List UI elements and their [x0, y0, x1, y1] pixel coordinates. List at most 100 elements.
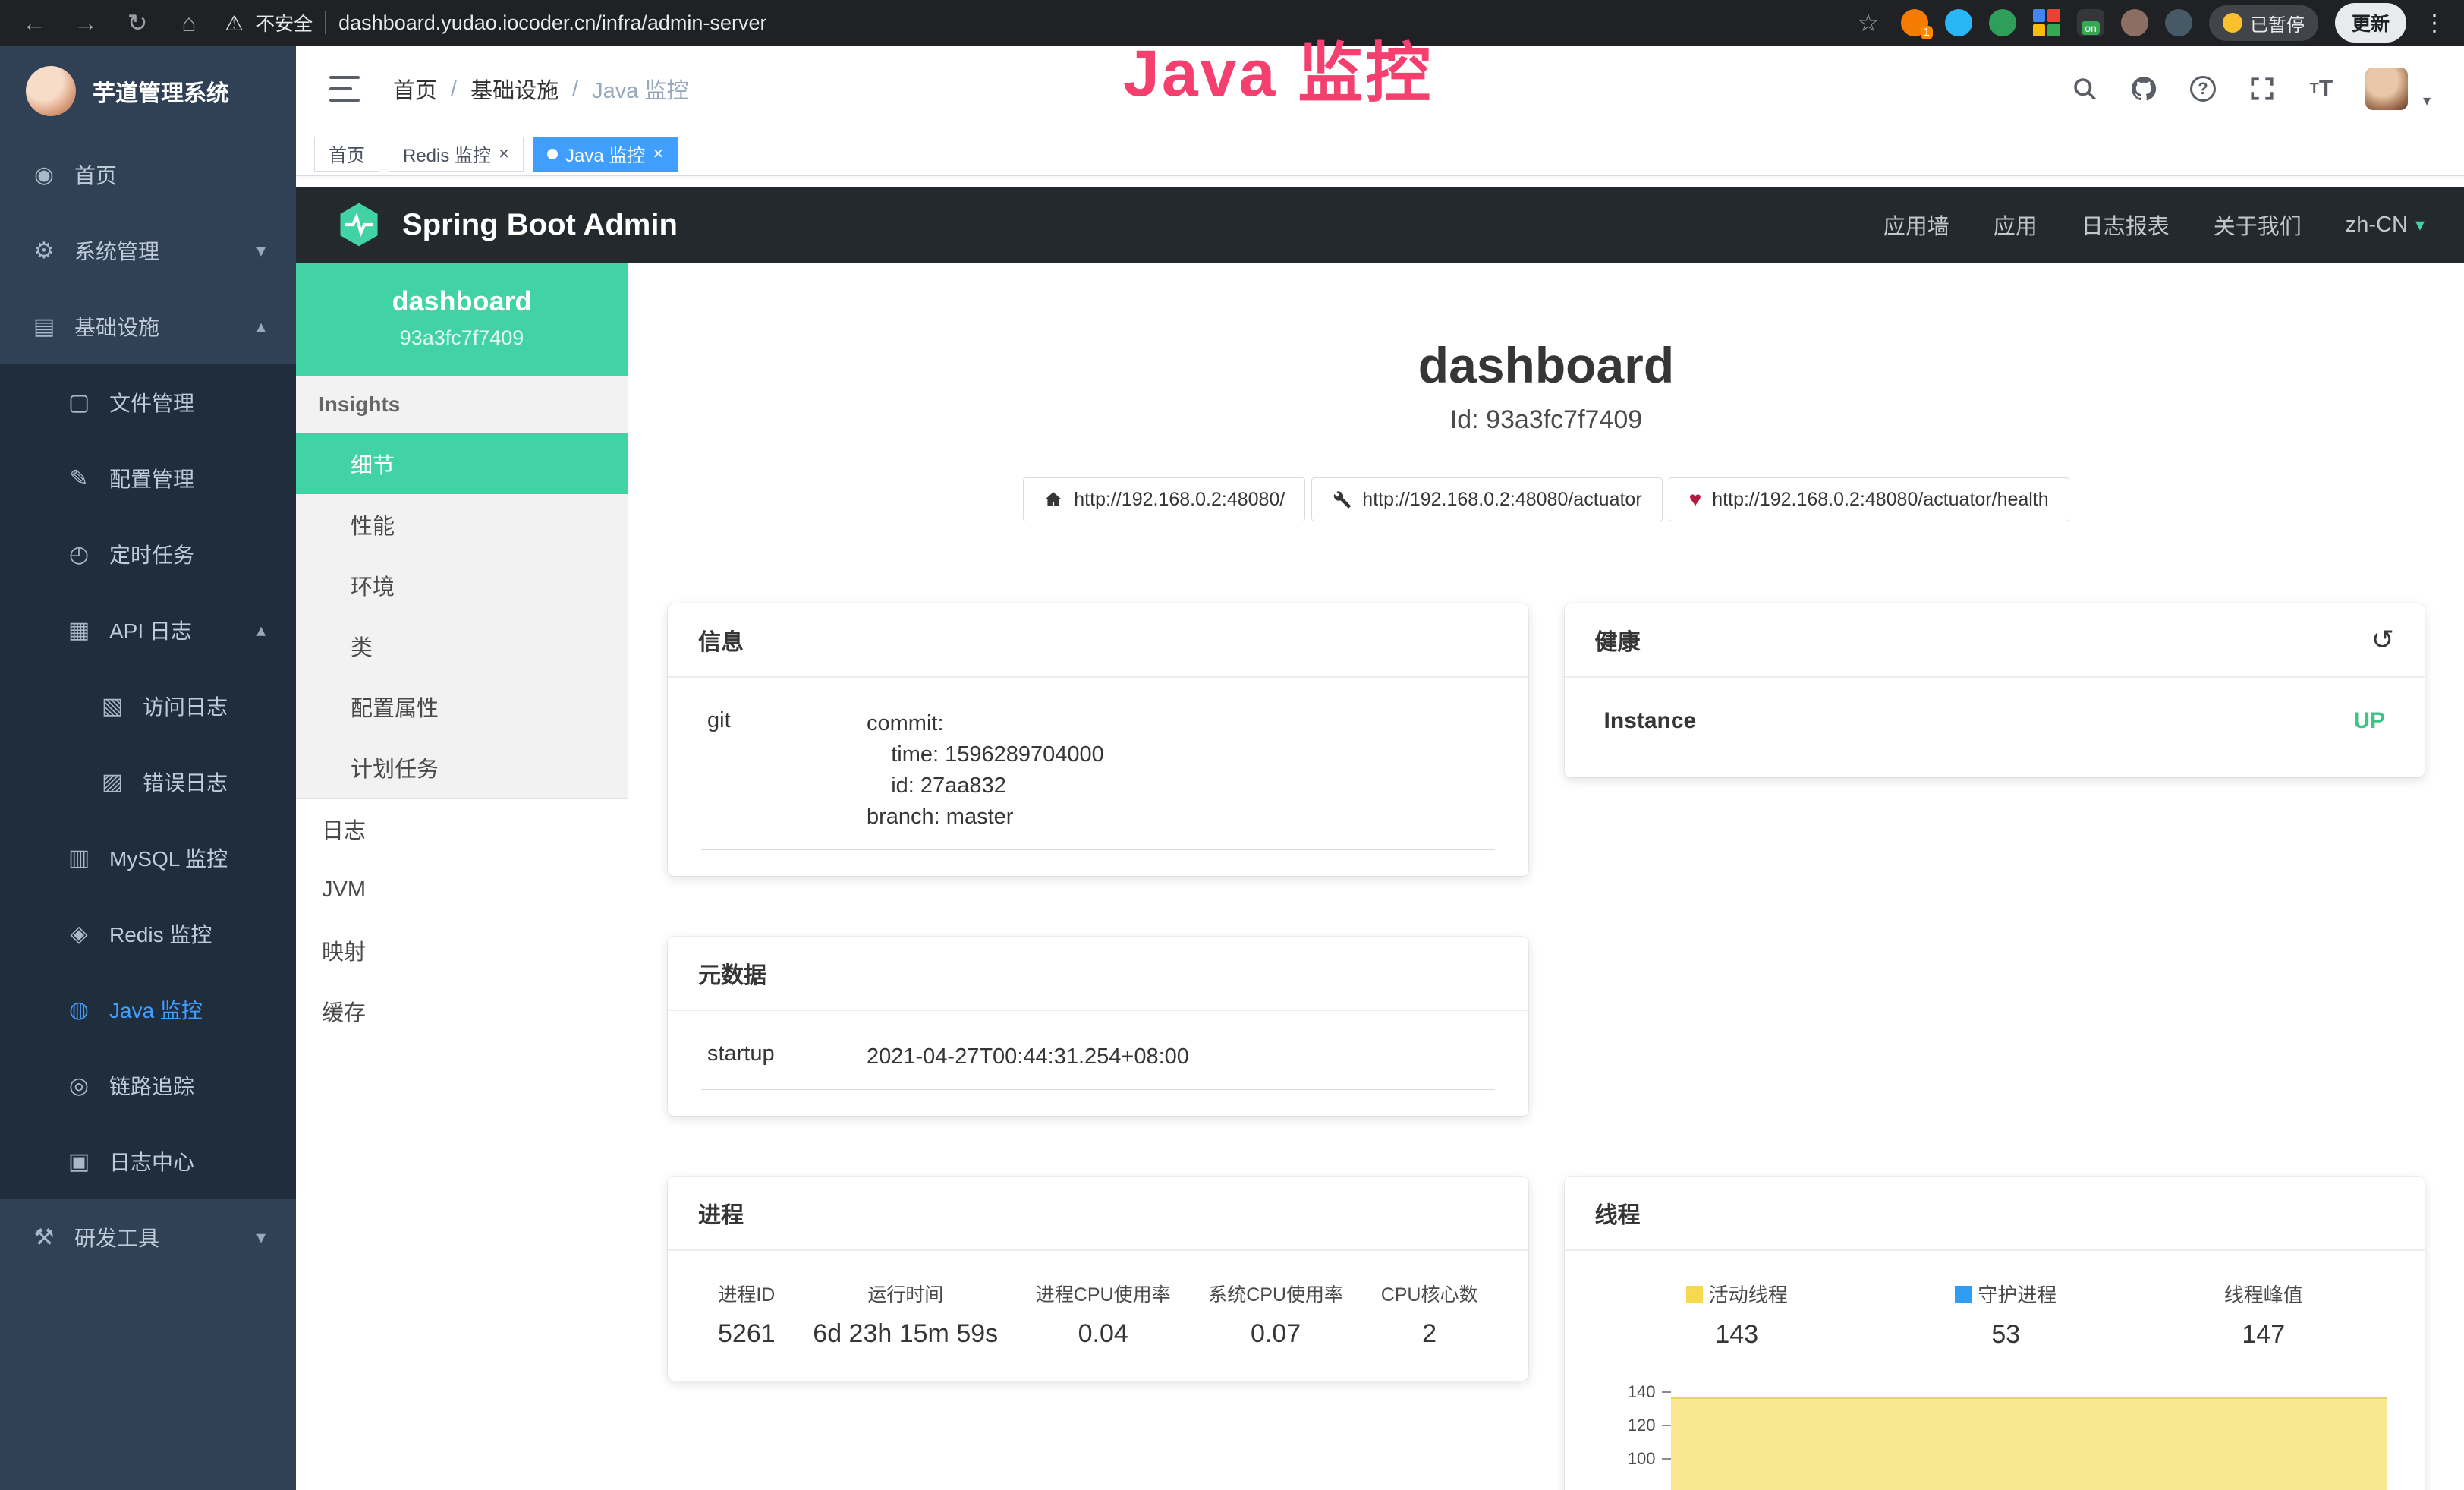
tab-redis-monitor[interactable]: Redis 监控 × — [389, 137, 524, 172]
update-button[interactable]: 更新 — [2335, 3, 2406, 43]
extension-switch-icon[interactable]: on — [2077, 9, 2104, 36]
sidebar-item-access-log[interactable]: ▧ 访问日志 — [0, 668, 296, 744]
refresh-icon[interactable]: ↻ — [121, 8, 153, 37]
sidebar-item-files[interactable]: ▢ 文件管理 — [0, 364, 296, 440]
extension-grid-icon[interactable] — [2033, 9, 2060, 36]
status-badge: UP — [2353, 708, 2385, 734]
tab-java-monitor[interactable]: Java 监控 × — [533, 137, 678, 172]
screen: Java 监控 ← → ↻ ⌂ ⚠ 不安全 dashboard.yudao.io… — [0, 0, 2464, 1490]
sba-item-caches[interactable]: 缓存 — [296, 981, 628, 1041]
metadata-startup-row: startup 2021-04-27T00:44:31.254+08:00 — [701, 1037, 1495, 1090]
sidebar-item-system[interactable]: ⚙ 系统管理 ▾ — [0, 213, 296, 288]
fullscreen-icon[interactable] — [2247, 74, 2277, 104]
wrench-icon — [1332, 490, 1352, 509]
bookmark-star-icon[interactable]: ☆ — [1852, 8, 1884, 37]
app-logo[interactable]: 芋道管理系统 — [0, 46, 296, 137]
sidebar-item-mysql[interactable]: ▥ MySQL 监控 — [0, 820, 296, 896]
forward-icon[interactable]: → — [70, 9, 102, 37]
sba-item-environment[interactable]: 环境 — [296, 555, 628, 616]
page-title: dashboard — [628, 339, 2464, 392]
extension-orange-icon[interactable]: 1 — [1901, 9, 1928, 36]
browser-menu-icon[interactable]: ⋮ — [2423, 10, 2446, 36]
avatar[interactable] — [2365, 68, 2408, 110]
sba-item-jvm[interactable]: JVM — [296, 859, 628, 920]
sidebar-item-java[interactable]: ◍ Java 监控 — [0, 972, 296, 1047]
history-icon[interactable]: ↺ — [2371, 626, 2394, 654]
sba-language-select[interactable]: zh-CN ▾ — [2346, 213, 2425, 238]
chart-area-fill — [1671, 1397, 2387, 1490]
hamburger-icon[interactable] — [329, 76, 360, 102]
app-sidebar: 芋道管理系统 ◉ 首页 ⚙ 系统管理 ▾ ▤ 基础设施 ▴ ▢ 文件管理 — [0, 46, 296, 1490]
sidebar-item-redis[interactable]: ◈ Redis 监控 — [0, 896, 296, 972]
extension-drop-icon[interactable] — [1945, 9, 1972, 36]
sidebar-item-infra[interactable]: ▤ 基础设施 ▴ — [0, 288, 296, 364]
info-key: git — [707, 708, 867, 733]
legend-peak-threads: 线程峰值 147 — [2224, 1280, 2303, 1350]
caret-down-icon: ▾ — [2423, 91, 2431, 110]
metadata-card-title: 元数据 — [698, 956, 766, 990]
url-text[interactable]: dashboard.yudao.iocoder.cn/infra/admin-s… — [338, 11, 766, 35]
log-center-icon: ▣ — [65, 1148, 93, 1175]
sba-nav-journal[interactable]: 日志报表 — [2082, 209, 2170, 241]
sba-item-metrics[interactable]: 性能 — [296, 494, 628, 555]
instance-id: 93a3fc7f7409 — [311, 326, 612, 350]
sba-item-details[interactable]: 细节 — [296, 433, 628, 494]
github-icon[interactable] — [2129, 74, 2159, 104]
sidebar-item-api-log[interactable]: ▦ API 日志 ▴ — [0, 592, 296, 668]
sidebar-item-jobs[interactable]: ◴ 定时任务 — [0, 516, 296, 592]
address-bar[interactable]: ⚠ 不安全 dashboard.yudao.iocoder.cn/infra/a… — [225, 9, 766, 36]
font-size-icon[interactable]: TT — [2306, 74, 2337, 104]
breadcrumb-infra[interactable]: 基础设施 — [470, 73, 559, 105]
sba-item-mappings[interactable]: 映射 — [296, 920, 628, 981]
sba-nav-applications[interactable]: 应用 — [1994, 209, 2038, 241]
sidebar-item-trace[interactable]: ◎ 链路追踪 — [0, 1047, 296, 1123]
stat-process-cpu: 进程CPU使用率 0.04 — [1036, 1280, 1171, 1349]
home-icon[interactable]: ⌂ — [173, 9, 205, 37]
threads-legend: 活动线程 143 守护进程 — [1595, 1277, 2395, 1350]
instance-name: dashboard — [311, 285, 612, 317]
threads-card: 线程 活动线程 143 — [1565, 1177, 2425, 1490]
extension-green-icon[interactable] — [1989, 9, 2016, 36]
service-url-button[interactable]: http://192.168.0.2:48080/ — [1023, 477, 1305, 521]
stat-cpu-cores: CPU核心数 2 — [1381, 1280, 1478, 1349]
sidebar-item-error-log[interactable]: ▨ 错误日志 — [0, 744, 296, 820]
chevron-up-icon: ▴ — [256, 316, 266, 338]
sidebar-item-log-center[interactable]: ▣ 日志中心 — [0, 1123, 296, 1199]
paused-badge[interactable]: 已暂停 — [2209, 5, 2318, 41]
sba-item-classes[interactable]: 类 — [296, 616, 628, 676]
close-icon[interactable]: × — [653, 145, 663, 163]
breadcrumb: 首页 / 基础设施 / Java 监控 — [393, 73, 688, 105]
extension-puzzle-icon[interactable] — [2165, 9, 2192, 36]
tags-view: 首页 Redis 监控 × Java 监控 × — [296, 132, 2464, 176]
sba-nav-about[interactable]: 关于我们 — [2214, 209, 2302, 241]
sidebar-item-dev-tools[interactable]: ⚒ 研发工具 ▾ — [0, 1199, 296, 1275]
extension-misc-icon[interactable] — [2121, 9, 2148, 36]
sidebar-item-home[interactable]: ◉ 首页 — [0, 137, 296, 213]
sba-item-config-props[interactable]: 配置属性 — [296, 676, 628, 737]
infra-submenu: ▢ 文件管理 ✎ 配置管理 ◴ 定时任务 ▦ API 日志 ▴ ▧ — [0, 364, 296, 1199]
edit-icon: ✎ — [65, 465, 93, 492]
search-icon[interactable] — [2069, 74, 2100, 104]
annotation-java-monitor: Java 监控 — [1123, 20, 1433, 115]
home-icon — [1043, 490, 1063, 509]
sba-logo-icon[interactable] — [335, 201, 382, 248]
doc-icon: ▨ — [99, 769, 126, 795]
breadcrumb-home[interactable]: 首页 — [393, 73, 437, 105]
sba-item-scheduled-tasks[interactable]: 计划任务 — [296, 737, 628, 798]
back-icon[interactable]: ← — [18, 9, 50, 37]
help-icon[interactable]: ? — [2188, 74, 2218, 104]
sidebar-item-config[interactable]: ✎ 配置管理 — [0, 440, 296, 516]
security-warning[interactable]: 不安全 — [256, 9, 313, 36]
health-card-title: 健康 — [1595, 623, 1641, 657]
tab-home[interactable]: 首页 — [314, 137, 379, 172]
instance-links: http://192.168.0.2:48080/ http://192.168… — [628, 477, 2464, 521]
sba-title[interactable]: Spring Boot Admin — [402, 208, 678, 242]
sba-nav-wallboard[interactable]: 应用墙 — [1883, 209, 1949, 241]
infra-icon: ▤ — [30, 313, 58, 340]
actuator-url-button[interactable]: http://192.168.0.2:48080/actuator — [1311, 477, 1662, 521]
health-url-button[interactable]: ♥ http://192.168.0.2:48080/actuator/heal… — [1669, 477, 2069, 521]
close-icon[interactable]: × — [499, 145, 509, 163]
process-stats: 进程ID 5261 运行时间 6d 23h 15m 59s 进程CPU使用率 — [698, 1277, 1498, 1355]
info-card: 信息 git commit: time: 1596289704000 id: 2… — [668, 603, 1528, 876]
sba-item-logs[interactable]: 日志 — [296, 799, 628, 859]
